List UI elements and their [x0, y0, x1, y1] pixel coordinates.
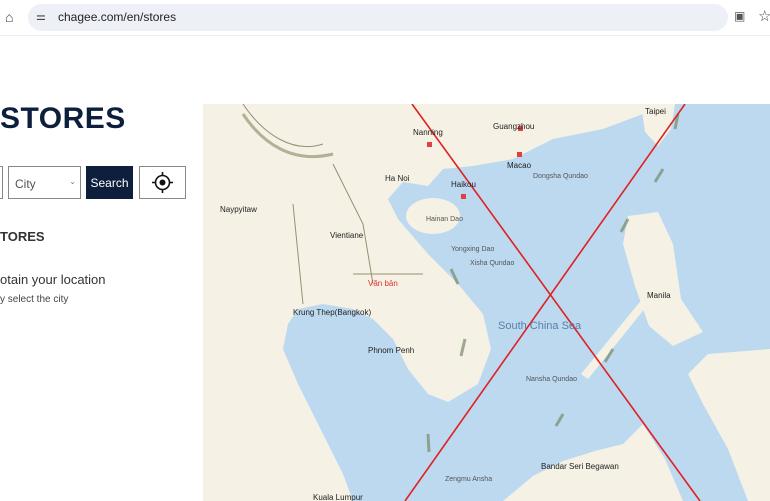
store-map[interactable]: Nanning Guangzhou Taipei Macao Dongsha Q… [203, 104, 770, 501]
home-icon[interactable]: ⌂ [5, 9, 13, 25]
map-label: Nanning [413, 128, 443, 137]
map-label: Vientiane [330, 231, 364, 240]
map-label: Guangzhou [493, 122, 535, 131]
locate-me-button[interactable] [139, 166, 186, 199]
map-label: Kuala Lumpur [313, 493, 363, 501]
bookmark-star-icon[interactable]: ☆ [758, 7, 770, 25]
page-title: STORES [0, 102, 126, 135]
map-label: Zengmu Ansha [445, 476, 493, 483]
map-label: Xisha Qundao [470, 260, 515, 267]
translate-icon[interactable]: ▣ [734, 9, 745, 23]
region-select[interactable] [0, 166, 3, 199]
location-hint: y select the city [0, 294, 69, 305]
palawan-island [581, 292, 655, 379]
stores-heading: TORES [0, 229, 45, 244]
map-label: Macao [507, 161, 532, 170]
mainland-land [203, 104, 673, 501]
map-label: Nansha Qundao [526, 376, 577, 383]
city-select-value: City [15, 177, 36, 191]
chevron-down-icon: ⌄ [69, 177, 76, 186]
map-label: Manila [647, 291, 671, 300]
map-label: Krung Thep(Bangkok) [293, 308, 372, 317]
search-button[interactable]: Search [86, 166, 133, 199]
map-label: Ha Noi [385, 174, 410, 183]
southern-philippines [688, 349, 770, 501]
browser-toolbar: ⌂ ⚌ chagee.com/en/stores ▣ ☆ [0, 0, 770, 36]
luzon-island [623, 212, 703, 346]
location-message: otain your location [0, 272, 106, 287]
map-label: Haikou [451, 180, 476, 189]
url-text[interactable]: chagee.com/en/stores [58, 10, 176, 24]
city-select[interactable]: City ⌄ [8, 166, 81, 199]
map-label: Hainan Dao [426, 216, 463, 223]
map-label: Văn bản [368, 279, 398, 288]
map-label: Yongxing Dao [451, 246, 495, 253]
site-settings-icon[interactable]: ⚌ [36, 10, 46, 23]
map-label: Naypyitaw [220, 205, 257, 214]
crosshair-icon [152, 172, 173, 193]
map-label: Bandar Seri Begawan [541, 462, 619, 471]
map-label: Taipei [645, 107, 666, 116]
map-label: South China Sea [498, 320, 582, 332]
map-label: Dongsha Qundao [533, 173, 588, 180]
map-shapes [203, 104, 770, 501]
map-label: Phnom Penh [368, 346, 415, 355]
